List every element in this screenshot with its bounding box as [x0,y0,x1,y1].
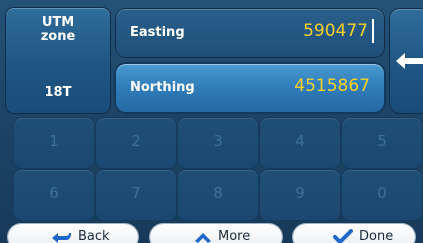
key-label: 5 [377,132,387,150]
utm-zone-value: 18T [44,85,72,100]
backspace-arrow-icon [396,53,423,69]
more-label: More [218,229,251,243]
key-6[interactable]: 6 [14,170,94,220]
checkmark-icon [333,229,353,243]
back-button[interactable]: Back [8,224,138,243]
coordinate-entry-screen: UTM zone 18T Easting 590477 Northing 451… [0,0,423,243]
northing-field[interactable]: Northing 4515867 [116,64,384,112]
delete-button[interactable] [390,9,423,113]
back-arrow-icon [52,233,71,243]
northing-value: 4515867 [294,76,370,96]
easting-label: Easting [130,25,185,40]
easting-value: 590477 [303,21,368,41]
northing-label: Northing [130,80,195,95]
easting-field[interactable]: Easting 590477 [116,9,384,57]
utm-zone-title: UTM zone [40,15,76,44]
key-3[interactable]: 3 [178,118,258,168]
up-chevron-icon [195,233,211,243]
key-label: 2 [131,132,141,150]
key-5[interactable]: 5 [342,118,422,168]
key-1[interactable]: 1 [14,118,94,168]
more-button[interactable]: More [150,224,282,243]
key-2[interactable]: 2 [96,118,176,168]
key-label: 6 [49,184,59,202]
key-label: 7 [131,184,141,202]
key-label: 8 [213,184,223,202]
done-button[interactable]: Done [293,224,415,243]
key-label: 1 [49,132,59,150]
key-label: 0 [377,184,387,202]
key-8[interactable]: 8 [178,170,258,220]
key-label: 9 [295,184,305,202]
key-0[interactable]: 0 [342,170,422,220]
key-9[interactable]: 9 [260,170,340,220]
key-label: 3 [213,132,223,150]
key-label: 4 [295,132,305,150]
key-4[interactable]: 4 [260,118,340,168]
key-7[interactable]: 7 [96,170,176,220]
done-label: Done [359,229,394,243]
text-caret [372,19,374,43]
back-label: Back [78,229,110,243]
utm-zone-button[interactable]: UTM zone 18T [6,8,110,113]
